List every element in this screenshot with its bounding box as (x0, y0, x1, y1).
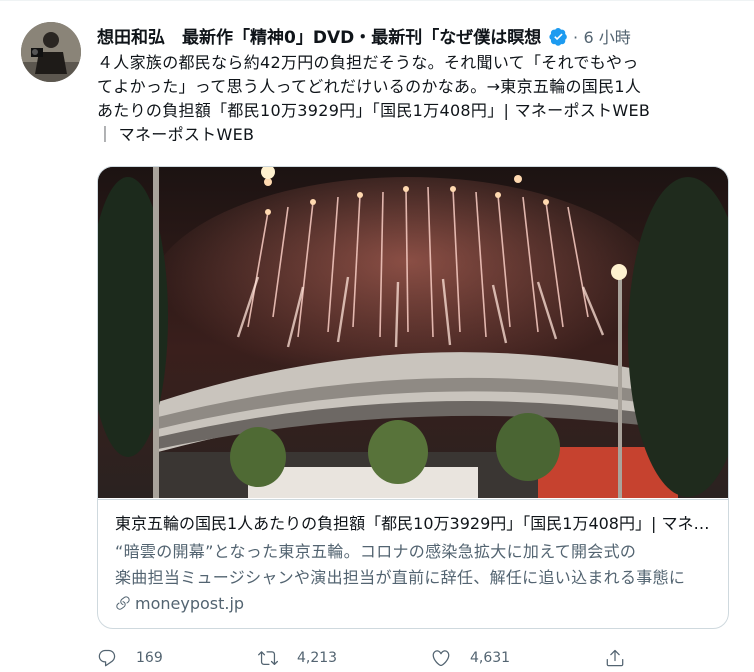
header-separator: · (573, 28, 579, 47)
card-description-line: 楽曲担当ミュージシャンや演出担当が直前に辞任、解任に追い込まれる事態に (115, 568, 686, 587)
link-icon (115, 593, 131, 610)
share-icon (606, 649, 624, 667)
avatar[interactable] (21, 22, 81, 82)
like-button[interactable]: 4,631 (431, 644, 510, 672)
tweet[interactable]: 想田和弘 最新作「精神0」DVD・最新刊「なぜ僕は瞑想 · 6 小時 ４人家族の… (0, 0, 754, 671)
card-description-line: “暗雲の開幕”となった東京五輪。コロナの感染急拡大に加えて開会式の (115, 542, 637, 561)
reply-icon (98, 649, 116, 667)
timestamp[interactable]: 6 小時 (584, 28, 631, 47)
like-count: 4,631 (470, 650, 511, 666)
avatar-image (21, 22, 81, 82)
tweet-text: ４人家族の都民なら約42万円の負担だそうな。それ聞いて「それでもやっ てよかった… (97, 51, 737, 147)
retweet-button[interactable]: 4,213 (258, 644, 337, 672)
card-domain[interactable]: moneypost.jp (115, 591, 244, 617)
retweet-count: 4,213 (297, 650, 338, 666)
tweet-text-line: てよかった」って思う人ってどれだけいるのかなあ。→東京五輪の国民1人 (97, 77, 642, 96)
card-text[interactable]: 東京五輪の国民1人あたりの負担額「都民10万3929円」「国民1万408円」| … (98, 499, 728, 628)
tweet-text-line: あたりの負担額「都民10万3929円」「国民1万408円」| マネーポストWEB (97, 101, 651, 120)
tweet-text-line: ｜ マネーポストWEB (97, 125, 255, 144)
display-name[interactable]: 想田和弘 最新作「精神0」DVD・最新刊「なぜ僕は瞑想 (97, 28, 541, 48)
stadium-fireworks-image (98, 167, 728, 498)
reply-button[interactable]: 169 (97, 644, 163, 672)
card-image[interactable] (98, 167, 728, 498)
verified-badge-icon (549, 27, 568, 46)
card-description: “暗雲の開幕”となった東京五輪。コロナの感染急拡大に加えて開会式の 楽曲担当ミュ… (115, 539, 715, 591)
reply-count: 169 (136, 650, 163, 666)
share-button[interactable] (605, 644, 625, 672)
tweet-actions: 169 4,213 4,631 (97, 644, 737, 672)
tweet-text-line: ４人家族の都民なら約42万円の負担だそうな。それ聞いて「それでもやっ (97, 53, 639, 72)
retweet-icon (258, 651, 278, 666)
link-card[interactable]: 東京五輪の国民1人あたりの負担額「都民10万3929円」「国民1万408円」| … (97, 166, 729, 629)
heart-icon (432, 650, 450, 667)
tweet-header: 想田和弘 最新作「精神0」DVD・最新刊「なぜ僕は瞑想 · 6 小時 (97, 25, 737, 51)
card-title[interactable]: 東京五輪の国民1人あたりの負担額「都民10万3929円」「国民1万408円」| … (115, 511, 715, 537)
card-domain-text: moneypost.jp (135, 594, 245, 613)
